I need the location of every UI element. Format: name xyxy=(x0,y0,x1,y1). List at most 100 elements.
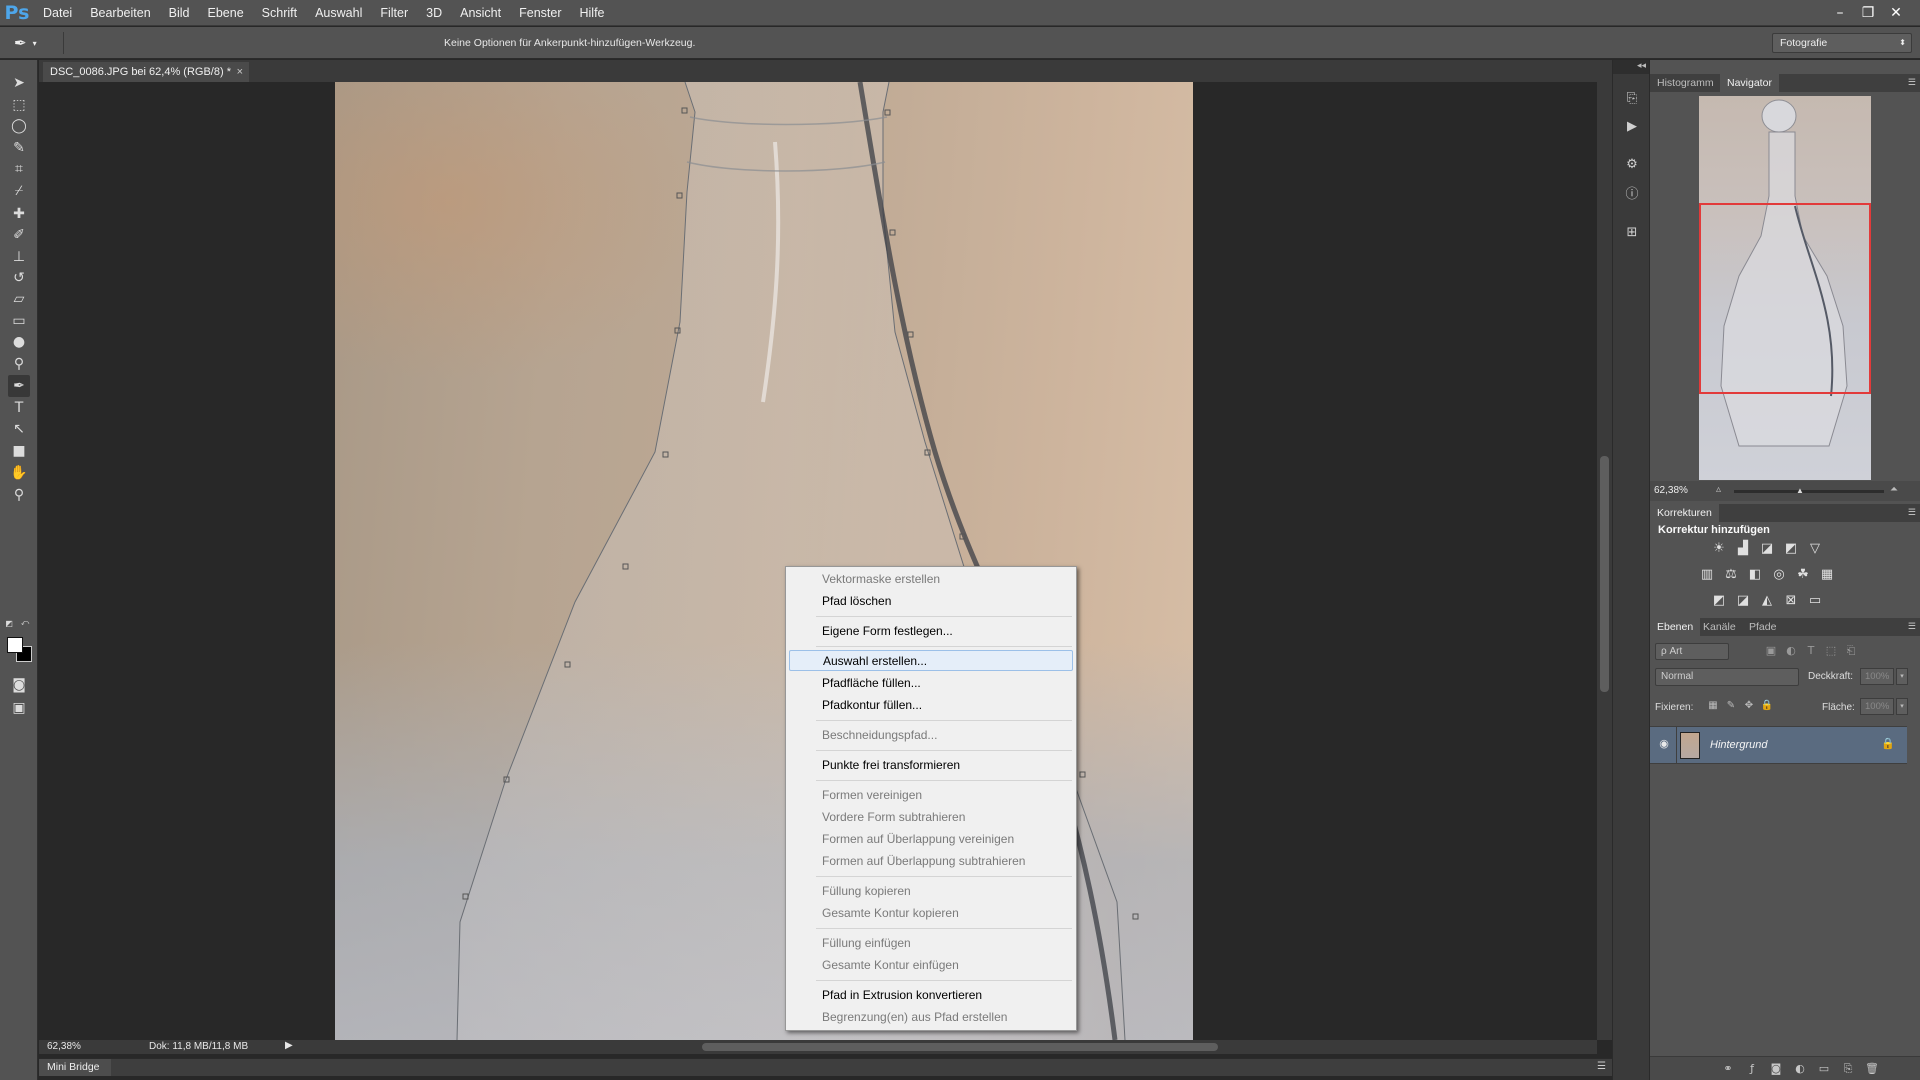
fill-field[interactable]: 100% xyxy=(1860,698,1894,715)
restore-button[interactable]: ❐ xyxy=(1854,2,1882,24)
panel-menu-icon[interactable]: ☰ xyxy=(1908,77,1916,88)
curves-icon[interactable]: ◪ xyxy=(1758,540,1776,556)
menu-ansicht[interactable]: Ansicht xyxy=(451,0,510,26)
healing-brush-tool-icon[interactable]: ✚ xyxy=(8,203,30,225)
swap-colors-icon[interactable]: ⤺ xyxy=(20,618,30,628)
layer-style-icon[interactable]: ƒ xyxy=(1744,1062,1760,1076)
ctx-pfadkontur-fuellen[interactable]: Pfadkontur füllen... xyxy=(789,695,1073,716)
color-balance-icon[interactable]: ⚖ xyxy=(1722,566,1740,582)
ctx-auswahl-erstellen[interactable]: Auswahl erstellen... xyxy=(789,650,1073,671)
eyedropper-tool-icon[interactable]: ⌿ xyxy=(8,180,30,202)
hand-tool-icon[interactable]: ✋ xyxy=(8,462,30,484)
lock-position-icon[interactable]: ✥ xyxy=(1742,700,1756,714)
horizontal-scroll-thumb[interactable] xyxy=(702,1043,1218,1051)
document-tab[interactable]: DSC_0086.JPG bei 62,4% (RGB/8) * × xyxy=(43,62,249,82)
invert-icon[interactable]: ◩ xyxy=(1710,592,1728,608)
menu-filter[interactable]: Filter xyxy=(371,0,417,26)
default-colors-icon[interactable]: ◩ xyxy=(4,618,14,628)
eraser-tool-icon[interactable]: ▱ xyxy=(8,288,30,310)
link-layers-icon[interactable]: ⚭ xyxy=(1720,1062,1736,1076)
navigator-zoom-value[interactable]: 62,38% xyxy=(1654,485,1688,496)
selective-color-icon[interactable]: ⊠ xyxy=(1782,592,1800,608)
lock-transparent-icon[interactable]: ▦ xyxy=(1706,700,1720,714)
navigator-preview[interactable] xyxy=(1699,96,1871,480)
brush-tool-icon[interactable]: ✐ xyxy=(8,224,30,246)
new-adjustment-layer-icon[interactable]: ◐ xyxy=(1792,1062,1808,1076)
gradient-map-icon[interactable]: ▭ xyxy=(1806,592,1824,608)
filter-adjustment-icon[interactable]: ◐ xyxy=(1783,643,1799,659)
dodge-tool-icon[interactable]: ⚲ xyxy=(8,353,30,375)
crop-tool-icon[interactable]: ⌗ xyxy=(8,158,30,180)
mini-bridge-tab[interactable]: Mini Bridge xyxy=(39,1059,111,1076)
ctx-pfad-in-extrusion-konvertieren[interactable]: Pfad in Extrusion konvertieren xyxy=(789,985,1073,1006)
blend-mode-select[interactable]: Normal xyxy=(1655,668,1799,686)
horizontal-scrollbar[interactable] xyxy=(300,1040,1597,1054)
levels-icon[interactable]: ▟ xyxy=(1734,540,1752,556)
threshold-icon[interactable]: ◭ xyxy=(1758,592,1776,608)
menu-ebene[interactable]: Ebene xyxy=(199,0,253,26)
zoom-tool-icon[interactable]: ⚲ xyxy=(8,484,30,506)
menu-schrift[interactable]: Schrift xyxy=(253,0,306,26)
zoom-out-icon[interactable]: ▵ xyxy=(1716,484,1721,495)
photoshop-logo[interactable]: Ps xyxy=(0,0,34,26)
filter-pixel-icon[interactable]: ▣ xyxy=(1763,643,1779,659)
tab-kanaele[interactable]: Kanäle xyxy=(1696,618,1743,636)
brightness-icon[interactable]: ☀ xyxy=(1710,540,1728,556)
filter-smart-object-icon[interactable]: ⎗ xyxy=(1843,643,1859,659)
rectangle-tool-icon[interactable]: ■ xyxy=(8,440,30,462)
marquee-tool-icon[interactable]: ⬚ xyxy=(8,94,30,116)
new-group-icon[interactable]: ▭ xyxy=(1816,1062,1832,1076)
menu-datei[interactable]: Datei xyxy=(34,0,81,26)
gradient-tool-icon[interactable]: ▭ xyxy=(8,310,30,332)
filter-shape-icon[interactable]: ⬚ xyxy=(1823,643,1839,659)
ctx-pfadflaeche-fuellen[interactable]: Pfadfläche füllen... xyxy=(789,673,1073,694)
visibility-eye-icon[interactable]: ◉ xyxy=(1655,737,1673,753)
status-zoom[interactable]: 62,38% xyxy=(47,1041,81,1052)
new-layer-icon[interactable]: ⎘ xyxy=(1840,1062,1856,1076)
layer-comps-panel-icon[interactable]: ⊞ xyxy=(1622,222,1642,242)
layer-row[interactable]: ◉ Hintergrund 🔒 xyxy=(1650,726,1907,764)
ctx-punkte-frei-transformieren[interactable]: Punkte frei transformieren xyxy=(789,755,1073,776)
layer-mask-icon[interactable]: ◙ xyxy=(1768,1062,1784,1076)
move-tool-icon[interactable]: ➤ xyxy=(8,72,30,94)
blur-tool-icon[interactable]: ● xyxy=(8,331,30,353)
menu-auswahl[interactable]: Auswahl xyxy=(306,0,371,26)
tab-navigator[interactable]: Navigator xyxy=(1720,74,1779,92)
pen-tool-icon[interactable]: ✒ xyxy=(8,375,30,397)
foreground-color-swatch[interactable] xyxy=(7,637,23,653)
zoom-slider-knob[interactable]: ▲ xyxy=(1796,486,1804,495)
info-panel-icon[interactable]: ⓘ xyxy=(1622,182,1642,202)
collapse-panels-icon[interactable]: ◂◂ xyxy=(1613,60,1650,74)
navigator-zoom-slider[interactable] xyxy=(1734,490,1884,493)
path-selection-tool-icon[interactable]: ↖ xyxy=(8,418,30,440)
delete-layer-icon[interactable]: 🗑 xyxy=(1864,1062,1880,1076)
clone-stamp-tool-icon[interactable]: ⊥ xyxy=(8,246,30,268)
menu-fenster[interactable]: Fenster xyxy=(510,0,570,26)
panel-menu-icon[interactable]: ☰ xyxy=(1908,507,1916,518)
vertical-scroll-thumb[interactable] xyxy=(1600,456,1609,692)
quick-selection-tool-icon[interactable]: ✎ xyxy=(8,137,30,159)
layer-kind-filter[interactable]: ρ Art xyxy=(1655,643,1729,660)
vibrance-icon[interactable]: ▽ xyxy=(1806,540,1824,556)
history-panel-icon[interactable]: ⎘ xyxy=(1622,88,1642,108)
status-menu-arrow-icon[interactable]: ▶ xyxy=(285,1040,293,1051)
opacity-dropdown[interactable]: ▾ xyxy=(1896,668,1908,685)
tab-korrekturen[interactable]: Korrekturen xyxy=(1650,504,1719,522)
ctx-pfad-loeschen[interactable]: Pfad löschen xyxy=(789,591,1073,612)
lasso-tool-icon[interactable]: ◯ xyxy=(8,115,30,137)
opacity-field[interactable]: 100% xyxy=(1860,668,1894,685)
panel-menu-icon[interactable]: ☰ xyxy=(1597,1061,1606,1072)
channel-mixer-icon[interactable]: ☘ xyxy=(1794,566,1812,582)
vertical-scrollbar[interactable] xyxy=(1597,82,1612,1040)
panel-menu-icon[interactable]: ☰ xyxy=(1908,621,1916,632)
navigator-view-proxy[interactable] xyxy=(1699,203,1871,394)
screen-mode-icon[interactable]: ▣ xyxy=(8,697,30,719)
ctx-eigene-form-festlegen[interactable]: Eigene Form festlegen... xyxy=(789,621,1073,642)
tab-ebenen[interactable]: Ebenen xyxy=(1650,618,1701,636)
lock-pixels-icon[interactable]: ✎ xyxy=(1724,700,1738,714)
photo-filter-icon[interactable]: ◎ xyxy=(1770,566,1788,582)
exposure-icon[interactable]: ◩ xyxy=(1782,540,1800,556)
close-tab-icon[interactable]: × xyxy=(237,62,243,82)
menu-3d[interactable]: 3D xyxy=(417,0,451,26)
fill-dropdown[interactable]: ▾ xyxy=(1896,698,1908,715)
